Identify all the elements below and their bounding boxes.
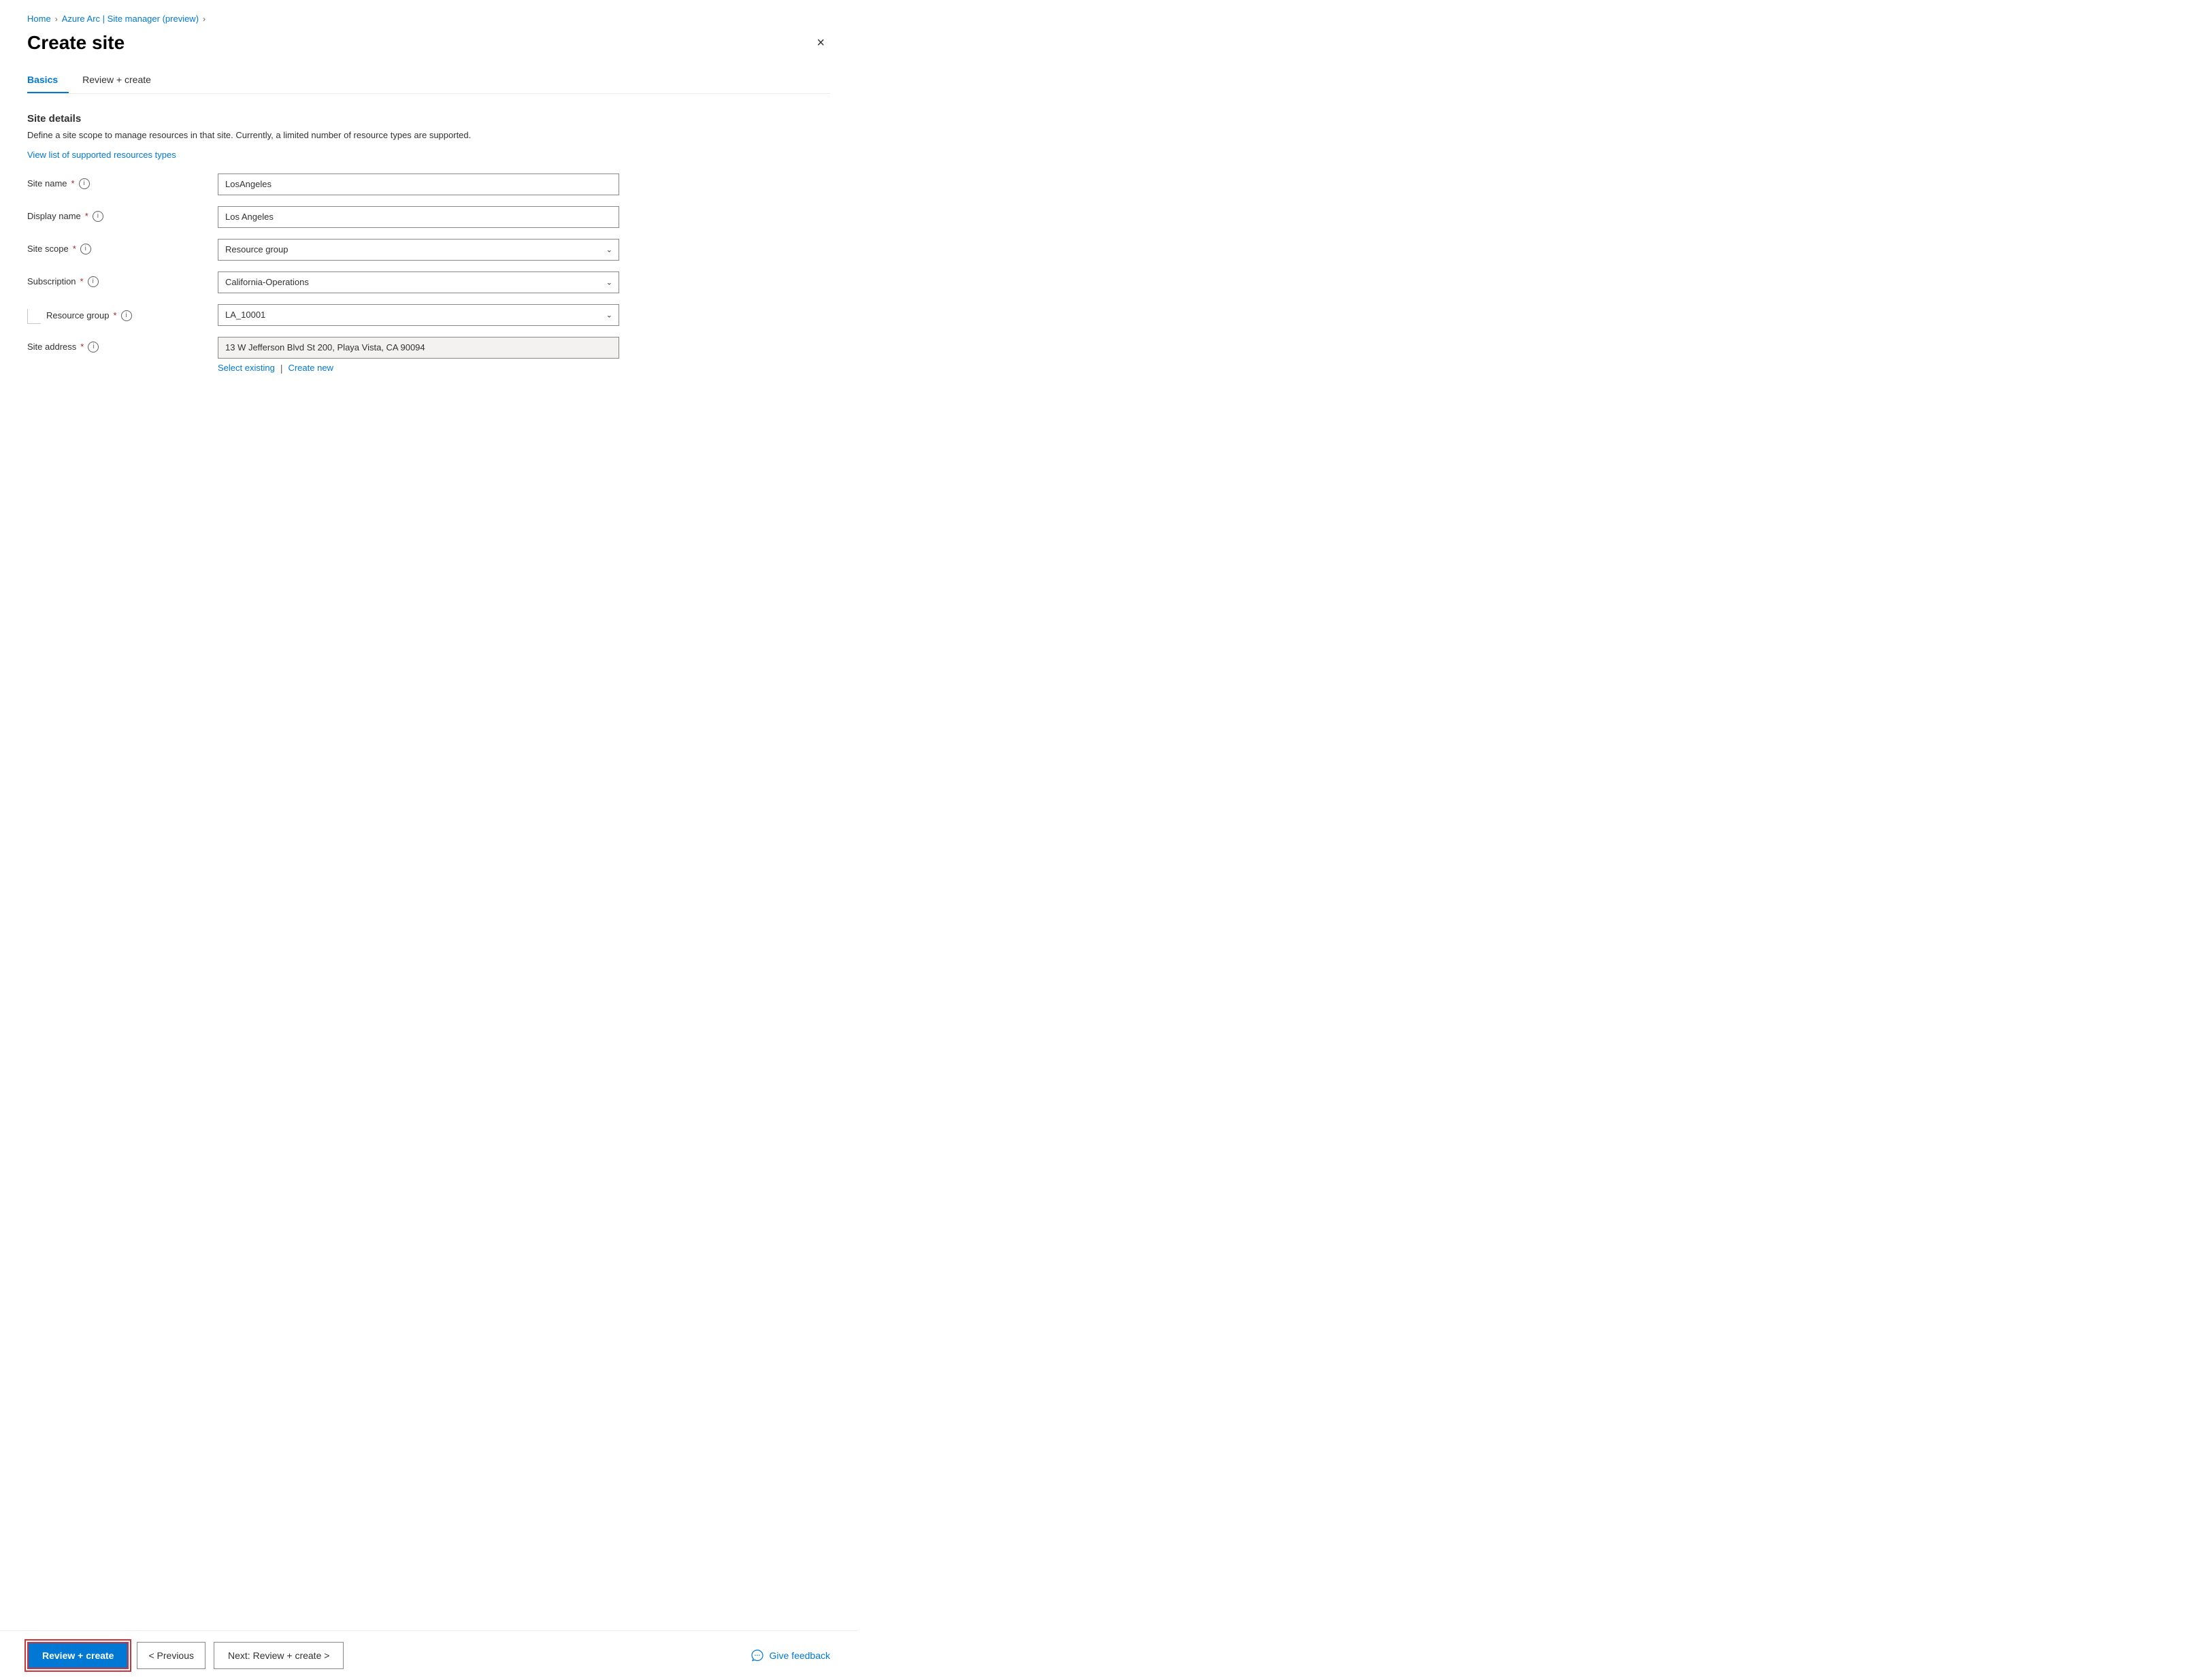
- display-name-label: Display name: [27, 211, 81, 221]
- site-address-required: *: [80, 342, 84, 352]
- site-address-info-icon[interactable]: i: [88, 342, 99, 352]
- site-name-required: *: [71, 178, 75, 188]
- close-button[interactable]: ×: [811, 33, 830, 52]
- address-links-separator: |: [280, 363, 283, 374]
- address-links: Select existing | Create new: [218, 363, 830, 374]
- site-scope-row: Site scope * i Resource group Subscripti…: [27, 239, 830, 261]
- display-name-info-icon[interactable]: i: [93, 211, 103, 222]
- resource-group-select[interactable]: LA_10001: [218, 304, 619, 326]
- site-scope-select-wrapper: Resource group Subscription ⌄: [218, 239, 619, 261]
- site-name-control: [218, 174, 830, 195]
- site-scope-control: Resource group Subscription ⌄: [218, 239, 830, 261]
- resource-group-control: LA_10001 ⌄: [218, 304, 830, 326]
- site-scope-select[interactable]: Resource group Subscription: [218, 239, 619, 261]
- section-desc: Define a site scope to manage resources …: [27, 129, 830, 142]
- display-name-input[interactable]: [218, 206, 619, 228]
- subscription-info-icon[interactable]: i: [88, 276, 99, 287]
- site-name-info-icon[interactable]: i: [79, 178, 90, 189]
- give-feedback-icon: [751, 1649, 764, 1662]
- site-address-label-cell: Site address * i: [27, 337, 218, 352]
- breadcrumb: Home › Azure Arc | Site manager (preview…: [27, 14, 830, 24]
- site-details-section: Site details Define a site scope to mana…: [27, 113, 830, 160]
- display-name-control: [218, 206, 830, 228]
- tabs-container: Basics Review + create: [27, 67, 830, 94]
- bottom-bar: Review + create < Previous Next: Review …: [0, 1630, 857, 1680]
- resource-group-info-icon[interactable]: i: [121, 310, 132, 321]
- site-address-input[interactable]: [218, 337, 619, 359]
- subscription-select-wrapper: California-Operations ⌄: [218, 271, 619, 293]
- site-scope-label-cell: Site scope * i: [27, 239, 218, 254]
- breadcrumb-home[interactable]: Home: [27, 14, 51, 24]
- site-address-row: Site address * i Select existing | Creat…: [27, 337, 830, 374]
- give-feedback-label: Give feedback: [770, 1650, 831, 1661]
- subscription-select[interactable]: California-Operations: [218, 271, 619, 293]
- subscription-row: Subscription * i California-Operations ⌄: [27, 271, 830, 293]
- site-scope-required: *: [73, 244, 76, 254]
- tab-basics[interactable]: Basics: [27, 67, 69, 93]
- subscription-required: *: [80, 276, 84, 286]
- page-header: Create site ×: [27, 32, 830, 54]
- resource-group-label-cell: Resource group * i: [27, 304, 218, 324]
- resource-group-row: Resource group * i LA_10001 ⌄: [27, 304, 830, 326]
- site-name-label-cell: Site name * i: [27, 174, 218, 189]
- next-button[interactable]: Next: Review + create >: [214, 1642, 344, 1669]
- breadcrumb-sep-1: ›: [55, 14, 58, 24]
- subscription-label: Subscription: [27, 276, 76, 286]
- site-name-row: Site name * i: [27, 174, 830, 195]
- subscription-control: California-Operations ⌄: [218, 271, 830, 293]
- supported-resources-link[interactable]: View list of supported resources types: [27, 150, 176, 160]
- resource-group-label: Resource group: [46, 310, 110, 320]
- tab-review-create[interactable]: Review + create: [82, 67, 162, 93]
- site-address-control: Select existing | Create new: [218, 337, 830, 374]
- display-name-row: Display name * i: [27, 206, 830, 228]
- create-new-link[interactable]: Create new: [288, 363, 333, 373]
- page-container: Home › Azure Arc | Site manager (preview…: [0, 0, 857, 439]
- indent-bracket: [27, 309, 41, 324]
- resource-group-select-wrapper: LA_10001 ⌄: [218, 304, 619, 326]
- display-name-label-cell: Display name * i: [27, 206, 218, 222]
- site-name-label: Site name: [27, 178, 67, 188]
- review-create-button[interactable]: Review + create: [27, 1642, 129, 1669]
- site-scope-info-icon[interactable]: i: [80, 244, 91, 254]
- give-feedback-link[interactable]: Give feedback: [751, 1649, 831, 1662]
- site-address-label: Site address: [27, 342, 76, 352]
- indent-line: Resource group * i: [27, 309, 132, 324]
- previous-button[interactable]: < Previous: [137, 1642, 205, 1669]
- page-title: Create site: [27, 32, 125, 54]
- bottom-padding: [27, 384, 830, 439]
- select-existing-link[interactable]: Select existing: [218, 363, 275, 373]
- resource-group-required: *: [114, 310, 117, 320]
- site-name-input[interactable]: [218, 174, 619, 195]
- form: Site name * i Display name * i Site scop…: [27, 174, 830, 374]
- subscription-label-cell: Subscription * i: [27, 271, 218, 287]
- breadcrumb-sep-2: ›: [203, 14, 205, 24]
- breadcrumb-arc[interactable]: Azure Arc | Site manager (preview): [62, 14, 199, 24]
- section-title: Site details: [27, 113, 830, 125]
- site-scope-label: Site scope: [27, 244, 69, 254]
- display-name-required: *: [85, 211, 88, 221]
